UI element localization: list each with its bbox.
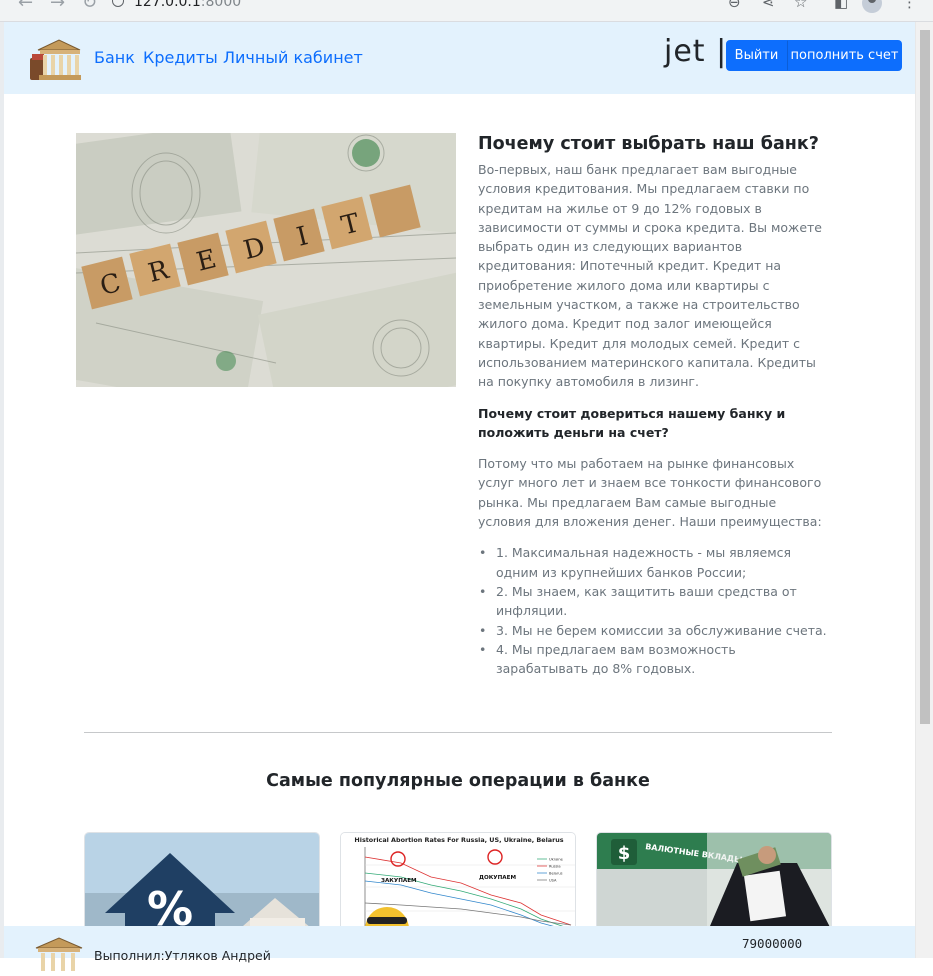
about-subtitle: Почему стоит довериться нашему банку и п… — [478, 405, 786, 440]
chart-label-left: ЗАКУПАЕМ — [381, 878, 417, 884]
credit-hero-image: C R E D I T — [76, 133, 456, 387]
currency-deposit-image: $ ВАЛЮТНЫЕ ВКЛАДЫ — [597, 833, 831, 931]
forward-arrow-icon[interactable]: → — [50, 0, 65, 12]
about-section: Почему стоит выбрать наш банк? Во-первых… — [478, 133, 828, 678]
legend-usa: USA — [549, 879, 557, 883]
window-left-edge — [0, 22, 4, 958]
svg-text:$: $ — [618, 843, 631, 864]
about-body: Потому что мы работаем на рынке финансов… — [478, 456, 822, 530]
section-divider — [84, 732, 832, 733]
about-intro: Во-первых, наш банк предлагает вам выгод… — [478, 162, 822, 390]
url-host: 127.0.0.1 — [134, 0, 201, 10]
list-item: 4. Мы предлагаем вам возможность зарабат… — [478, 640, 828, 679]
legend-belarus: Belarus — [549, 872, 563, 876]
nav-link-credits[interactable]: Кредиты — [143, 48, 218, 67]
topup-button[interactable]: пополнить счет — [787, 40, 902, 71]
bank-logo-icon[interactable] — [28, 36, 82, 82]
reload-icon[interactable]: ↻ — [82, 0, 97, 12]
nav-link-bank[interactable]: Банк — [94, 48, 135, 67]
zoom-icon[interactable]: ⊖ — [728, 0, 741, 10]
deposit-card[interactable]: $ ВАЛЮТНЫЕ ВКЛАДЫ — [596, 832, 832, 932]
username-label: jet | — [664, 34, 728, 69]
bookmark-star-icon[interactable]: ☆ — [794, 0, 807, 10]
abortion-rates-chart-image: Historical Abortion Rates For Russia, US… — [341, 833, 575, 931]
mortgage-card[interactable]: % — [84, 832, 320, 932]
list-item: 3. Мы не берем комиссии за обслуживание … — [478, 621, 828, 641]
chart-card[interactable]: Historical Abortion Rates For Russia, US… — [340, 832, 576, 932]
list-item: 1. Максимальная надежность - мы являемся… — [478, 543, 828, 582]
svg-text:%: % — [147, 882, 193, 932]
share-icon[interactable]: ⋖ — [762, 0, 775, 10]
profile-avatar[interactable] — [862, 0, 882, 13]
footer-author: Выполнил:Утляков Андрей — [94, 948, 271, 963]
scrollbar-thumb[interactable] — [920, 30, 930, 724]
side-panel-icon[interactable]: ◧ — [834, 0, 848, 10]
site-navbar: Банк Кредиты Личный кабинет jet | Выйти … — [4, 22, 915, 94]
legend-russia: Russia — [549, 865, 561, 869]
back-arrow-icon[interactable]: ← — [18, 0, 33, 12]
browser-toolbar: ← → ↻ 127.0.0.1:8000 ⊖ ⋖ ☆ ◧ ⋮ — [0, 0, 933, 22]
footer-number: 79000000 — [742, 936, 803, 951]
browser-menu-icon[interactable]: ⋮ — [902, 0, 917, 10]
list-item: 2. Мы знаем, как защитить ваши средства … — [478, 582, 828, 621]
about-title: Почему стоит выбрать наш банк? — [478, 134, 819, 154]
mortgage-house-image: % — [85, 833, 319, 932]
chart-label-right: ДОКУПАЕМ — [479, 875, 516, 881]
advantages-list: 1. Максимальная надежность - мы являемся… — [478, 543, 828, 678]
legend-ukraine: Ukraine — [549, 858, 564, 862]
page-scrollbar[interactable] — [915, 22, 933, 958]
site-footer: Выполнил:Утляков Андрей 79000000 — [4, 926, 915, 971]
footer-bank-logo-icon — [35, 937, 83, 971]
nav-link-account[interactable]: Личный кабинет — [223, 48, 363, 67]
logout-button[interactable]: Выйти — [726, 40, 787, 71]
address-bar[interactable]: 127.0.0.1:8000 — [112, 0, 752, 14]
popular-operations-title: Самые популярные операции в банке — [266, 771, 650, 791]
site-info-icon[interactable] — [112, 0, 124, 7]
url-port: :8000 — [200, 0, 242, 10]
chart-card-title: Historical Abortion Rates For Russia, US… — [354, 836, 563, 844]
